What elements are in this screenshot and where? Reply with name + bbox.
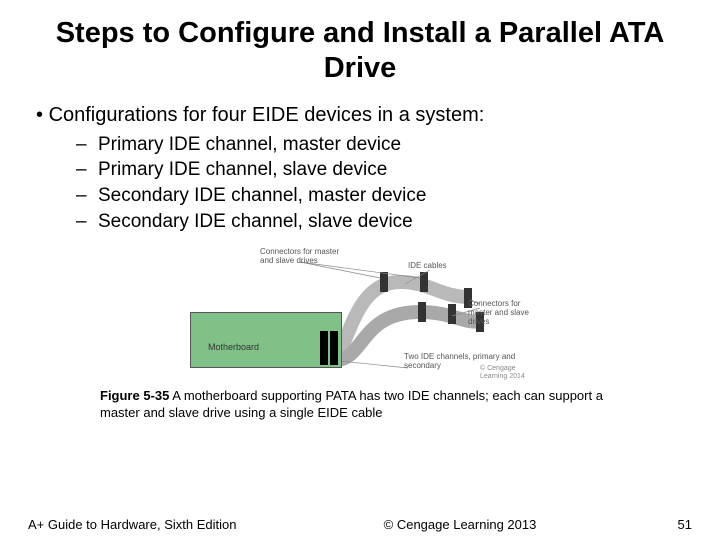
figure-label-cables: IDE cables xyxy=(408,262,468,271)
list-item: – Primary IDE channel, master device xyxy=(76,133,692,158)
figure-caption: Figure 5-35 A motherboard supporting PAT… xyxy=(100,388,620,421)
slide-title: Steps to Configure and Install a Paralle… xyxy=(28,16,692,86)
figure-label-connectors-top: Connectors for master and slave drives xyxy=(260,248,340,266)
motherboard-label: Motherboard xyxy=(208,342,259,352)
list-item: – Primary IDE channel, slave device xyxy=(76,158,692,183)
footer-copyright: © Cengage Learning 2013 xyxy=(268,517,652,532)
list-item-text: Primary IDE channel, slave device xyxy=(98,158,387,183)
list-item-text: Secondary IDE channel, master device xyxy=(98,184,426,209)
caption-text: A motherboard supporting PATA has two ID… xyxy=(100,388,603,419)
footer-book-title: A+ Guide to Hardware, Sixth Edition xyxy=(28,517,268,532)
dash-icon: – xyxy=(76,158,88,183)
slide-footer: A+ Guide to Hardware, Sixth Edition © Ce… xyxy=(28,517,692,532)
dash-icon: – xyxy=(76,133,88,158)
footer-page-number: 51 xyxy=(652,517,692,532)
sub-bullet-list: – Primary IDE channel, master device – P… xyxy=(76,133,692,235)
bullet-level1: Configurations for four EIDE devices in … xyxy=(36,104,692,127)
figure-label-connectors-right: Connectors for master and slave drives xyxy=(468,300,538,326)
figure-container: Motherboard Connectors for master and sl… xyxy=(28,242,692,382)
figure-copyright: © Cengage Learning 2014 xyxy=(480,365,540,380)
ide-connector-icon xyxy=(320,331,328,365)
list-item: – Secondary IDE channel, slave device xyxy=(76,210,692,235)
ide-connector-icon xyxy=(330,331,338,365)
list-item: – Secondary IDE channel, master device xyxy=(76,184,692,209)
figure-diagram: Motherboard Connectors for master and sl… xyxy=(180,242,540,382)
dash-icon: – xyxy=(76,210,88,235)
list-item-text: Secondary IDE channel, slave device xyxy=(98,210,413,235)
caption-figure-number: Figure 5-35 xyxy=(100,388,169,403)
slide: Steps to Configure and Install a Paralle… xyxy=(0,0,720,540)
list-item-text: Primary IDE channel, master device xyxy=(98,133,401,158)
dash-icon: – xyxy=(76,184,88,209)
